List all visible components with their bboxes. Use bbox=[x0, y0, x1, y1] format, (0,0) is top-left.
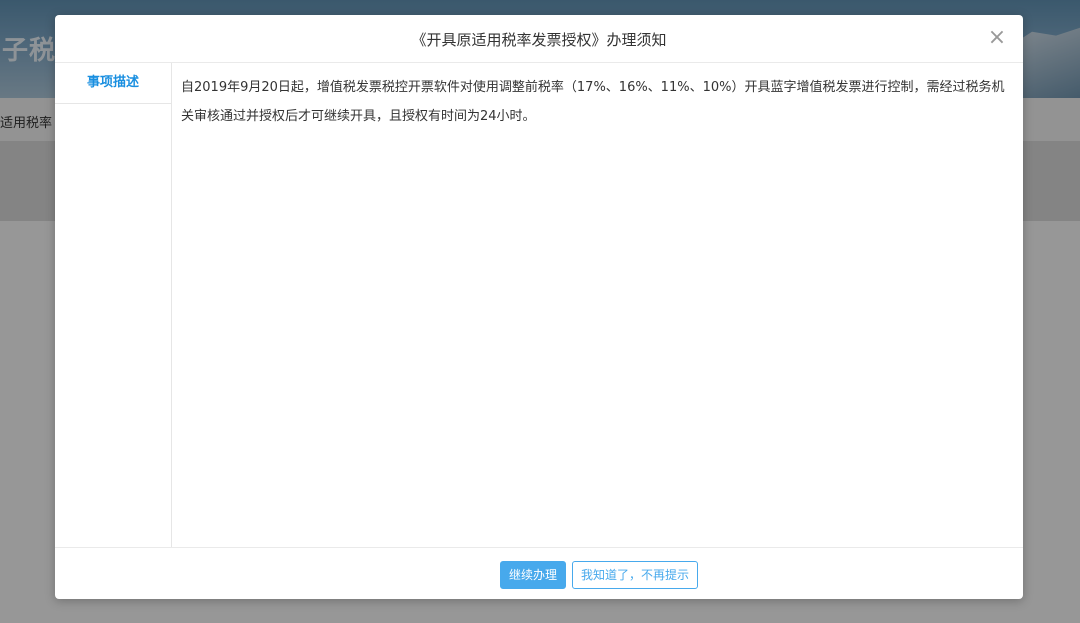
dialog-title: 《开具原适用税率发票授权》办理须知 bbox=[411, 31, 667, 49]
dialog-header: 《开具原适用税率发票授权》办理须知 × bbox=[55, 15, 1023, 63]
close-icon[interactable]: × bbox=[985, 25, 1009, 51]
tab-item-description[interactable]: 事项描述 bbox=[55, 63, 171, 104]
notice-dialog: 《开具原适用税率发票授权》办理须知 × 事项描述 自2019年9月20日起，增值… bbox=[55, 15, 1023, 599]
dialog-content-text: 自2019年9月20日起，增值税发票税控开票软件对使用调整前税率（17%、16%… bbox=[181, 80, 1005, 124]
dialog-footer: 继续办理 我知道了，不再提示 bbox=[55, 547, 1023, 599]
dont-show-again-button[interactable]: 我知道了，不再提示 bbox=[572, 561, 699, 589]
dialog-sidebar: 事项描述 bbox=[55, 63, 172, 547]
continue-button[interactable]: 继续办理 bbox=[500, 561, 567, 589]
